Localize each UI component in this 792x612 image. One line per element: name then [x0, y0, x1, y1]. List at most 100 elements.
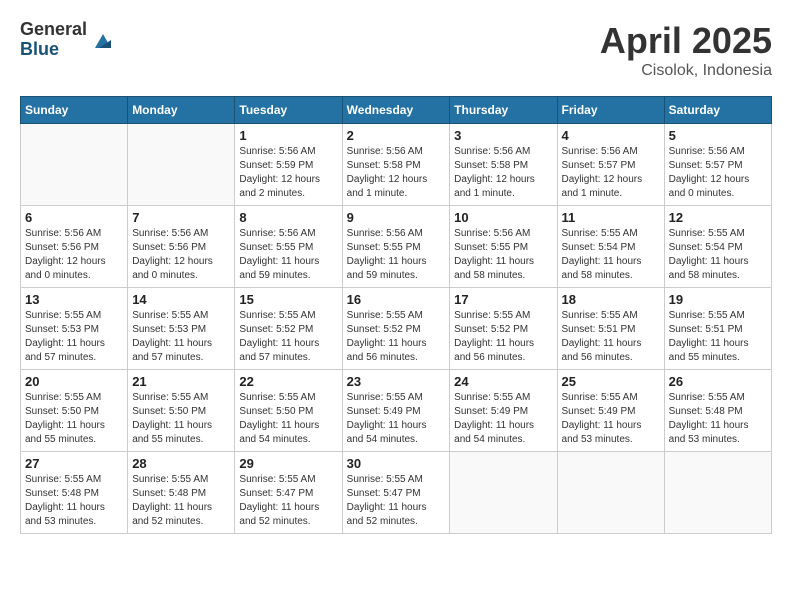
day-info: Sunrise: 5:55 AM Sunset: 5:50 PM Dayligh… [239, 391, 337, 447]
day-info: Sunrise: 5:56 AM Sunset: 5:57 PM Dayligh… [562, 145, 660, 201]
day-number: 26 [669, 374, 767, 389]
title-block: April 2025 Cisolok, Indonesia [600, 20, 772, 80]
weekday-header: Saturday [664, 97, 771, 124]
day-info: Sunrise: 5:55 AM Sunset: 5:48 PM Dayligh… [669, 391, 767, 447]
day-info: Sunrise: 5:55 AM Sunset: 5:48 PM Dayligh… [25, 473, 123, 529]
calendar-cell: 29 Sunrise: 5:55 AM Sunset: 5:47 PM Dayli… [235, 452, 342, 534]
day-number: 21 [132, 374, 230, 389]
calendar-cell [557, 452, 664, 534]
logo: General Blue [20, 20, 115, 60]
calendar-cell: 25 Sunrise: 5:55 AM Sunset: 5:49 PM Dayli… [557, 370, 664, 452]
calendar-cell: 2Sunrise: 5:56 AM Sunset: 5:58 PM Daylig… [342, 124, 450, 206]
calendar-cell [450, 452, 557, 534]
calendar-cell: 30 Sunrise: 5:55 AM Sunset: 5:47 PM Dayli… [342, 452, 450, 534]
calendar-cell: 26 Sunrise: 5:55 AM Sunset: 5:48 PM Dayli… [664, 370, 771, 452]
calendar-cell: 14 Sunrise: 5:55 AM Sunset: 5:53 PM Dayli… [128, 288, 235, 370]
day-info: Sunrise: 5:56 AM Sunset: 5:55 PM Dayligh… [239, 227, 337, 283]
day-number: 11 [562, 210, 660, 225]
day-info: Sunrise: 5:55 AM Sunset: 5:51 PM Dayligh… [562, 309, 660, 365]
day-info: Sunrise: 5:55 AM Sunset: 5:48 PM Dayligh… [132, 473, 230, 529]
day-number: 10 [454, 210, 552, 225]
day-info: Sunrise: 5:55 AM Sunset: 5:54 PM Dayligh… [562, 227, 660, 283]
day-number: 5 [669, 128, 767, 143]
day-info: Sunrise: 5:56 AM Sunset: 5:59 PM Dayligh… [239, 145, 337, 201]
calendar-cell: 17 Sunrise: 5:55 AM Sunset: 5:52 PM Dayli… [450, 288, 557, 370]
day-info: Sunrise: 5:55 AM Sunset: 5:52 PM Dayligh… [454, 309, 552, 365]
calendar-week-row: 20 Sunrise: 5:55 AM Sunset: 5:50 PM Dayli… [21, 370, 772, 452]
day-number: 18 [562, 292, 660, 307]
day-number: 17 [454, 292, 552, 307]
calendar-cell: 27 Sunrise: 5:55 AM Sunset: 5:48 PM Dayli… [21, 452, 128, 534]
day-number: 30 [347, 456, 446, 471]
day-number: 14 [132, 292, 230, 307]
day-info: Sunrise: 5:55 AM Sunset: 5:53 PM Dayligh… [25, 309, 123, 365]
day-number: 22 [239, 374, 337, 389]
weekday-header: Sunday [21, 97, 128, 124]
calendar-cell: 7Sunrise: 5:56 AM Sunset: 5:56 PM Daylig… [128, 206, 235, 288]
day-info: Sunrise: 5:56 AM Sunset: 5:58 PM Dayligh… [454, 145, 552, 201]
calendar-cell: 13 Sunrise: 5:55 AM Sunset: 5:53 PM Dayli… [21, 288, 128, 370]
calendar-cell: 10 Sunrise: 5:56 AM Sunset: 5:55 PM Dayli… [450, 206, 557, 288]
day-info: Sunrise: 5:55 AM Sunset: 5:52 PM Dayligh… [347, 309, 446, 365]
calendar-cell: 6Sunrise: 5:56 AM Sunset: 5:56 PM Daylig… [21, 206, 128, 288]
day-number: 12 [669, 210, 767, 225]
weekday-header: Tuesday [235, 97, 342, 124]
day-number: 23 [347, 374, 446, 389]
month-title: April 2025 [600, 20, 772, 62]
weekday-header: Thursday [450, 97, 557, 124]
calendar-cell: 18 Sunrise: 5:55 AM Sunset: 5:51 PM Dayli… [557, 288, 664, 370]
day-number: 24 [454, 374, 552, 389]
day-info: Sunrise: 5:55 AM Sunset: 5:53 PM Dayligh… [132, 309, 230, 365]
day-number: 2 [347, 128, 446, 143]
calendar-cell: 16 Sunrise: 5:55 AM Sunset: 5:52 PM Dayli… [342, 288, 450, 370]
calendar-cell [128, 124, 235, 206]
calendar-cell: 15 Sunrise: 5:55 AM Sunset: 5:52 PM Dayli… [235, 288, 342, 370]
day-info: Sunrise: 5:55 AM Sunset: 5:51 PM Dayligh… [669, 309, 767, 365]
calendar-cell: 22 Sunrise: 5:55 AM Sunset: 5:50 PM Dayli… [235, 370, 342, 452]
day-info: Sunrise: 5:55 AM Sunset: 5:47 PM Dayligh… [347, 473, 446, 529]
day-info: Sunrise: 5:55 AM Sunset: 5:54 PM Dayligh… [669, 227, 767, 283]
calendar-cell: 1Sunrise: 5:56 AM Sunset: 5:59 PM Daylig… [235, 124, 342, 206]
day-info: Sunrise: 5:55 AM Sunset: 5:49 PM Dayligh… [562, 391, 660, 447]
day-number: 8 [239, 210, 337, 225]
weekday-header: Monday [128, 97, 235, 124]
calendar-cell: 20Sunrise: 5:55 AM Sunset: 5:50 PM Dayli… [21, 370, 128, 452]
day-number: 15 [239, 292, 337, 307]
day-info: Sunrise: 5:55 AM Sunset: 5:52 PM Dayligh… [239, 309, 337, 365]
day-number: 20 [25, 374, 123, 389]
calendar-cell: 3Sunrise: 5:56 AM Sunset: 5:58 PM Daylig… [450, 124, 557, 206]
calendar-cell: 9Sunrise: 5:56 AM Sunset: 5:55 PM Daylig… [342, 206, 450, 288]
logo-general: General [20, 20, 87, 40]
calendar-header-row: SundayMondayTuesdayWednesdayThursdayFrid… [21, 97, 772, 124]
calendar-week-row: 6Sunrise: 5:56 AM Sunset: 5:56 PM Daylig… [21, 206, 772, 288]
calendar-cell: 5 Sunrise: 5:56 AM Sunset: 5:57 PM Daylig… [664, 124, 771, 206]
day-info: Sunrise: 5:56 AM Sunset: 5:57 PM Dayligh… [669, 145, 767, 201]
calendar-week-row: 1Sunrise: 5:56 AM Sunset: 5:59 PM Daylig… [21, 124, 772, 206]
calendar-cell: 21 Sunrise: 5:55 AM Sunset: 5:50 PM Dayli… [128, 370, 235, 452]
day-number: 16 [347, 292, 446, 307]
day-number: 28 [132, 456, 230, 471]
day-info: Sunrise: 5:56 AM Sunset: 5:55 PM Dayligh… [454, 227, 552, 283]
day-number: 13 [25, 292, 123, 307]
calendar-week-row: 27 Sunrise: 5:55 AM Sunset: 5:48 PM Dayli… [21, 452, 772, 534]
logo-icon [91, 28, 115, 52]
day-info: Sunrise: 5:56 AM Sunset: 5:56 PM Dayligh… [25, 227, 123, 283]
day-number: 4 [562, 128, 660, 143]
day-number: 29 [239, 456, 337, 471]
calendar-table: SundayMondayTuesdayWednesdayThursdayFrid… [20, 96, 772, 534]
calendar-cell [21, 124, 128, 206]
calendar-week-row: 13 Sunrise: 5:55 AM Sunset: 5:53 PM Dayli… [21, 288, 772, 370]
day-number: 25 [562, 374, 660, 389]
calendar-cell: 24 Sunrise: 5:55 AM Sunset: 5:49 PM Dayli… [450, 370, 557, 452]
day-info: Sunrise: 5:55 AM Sunset: 5:49 PM Dayligh… [454, 391, 552, 447]
weekday-header: Friday [557, 97, 664, 124]
calendar-cell [664, 452, 771, 534]
location: Cisolok, Indonesia [600, 62, 772, 80]
day-info: Sunrise: 5:55 AM Sunset: 5:50 PM Dayligh… [132, 391, 230, 447]
page-header: General Blue April 2025 Cisolok, Indones… [20, 20, 772, 80]
day-info: Sunrise: 5:55 AM Sunset: 5:47 PM Dayligh… [239, 473, 337, 529]
day-number: 27 [25, 456, 123, 471]
day-info: Sunrise: 5:56 AM Sunset: 5:56 PM Dayligh… [132, 227, 230, 283]
calendar-cell: 23Sunrise: 5:55 AM Sunset: 5:49 PM Dayli… [342, 370, 450, 452]
day-number: 9 [347, 210, 446, 225]
